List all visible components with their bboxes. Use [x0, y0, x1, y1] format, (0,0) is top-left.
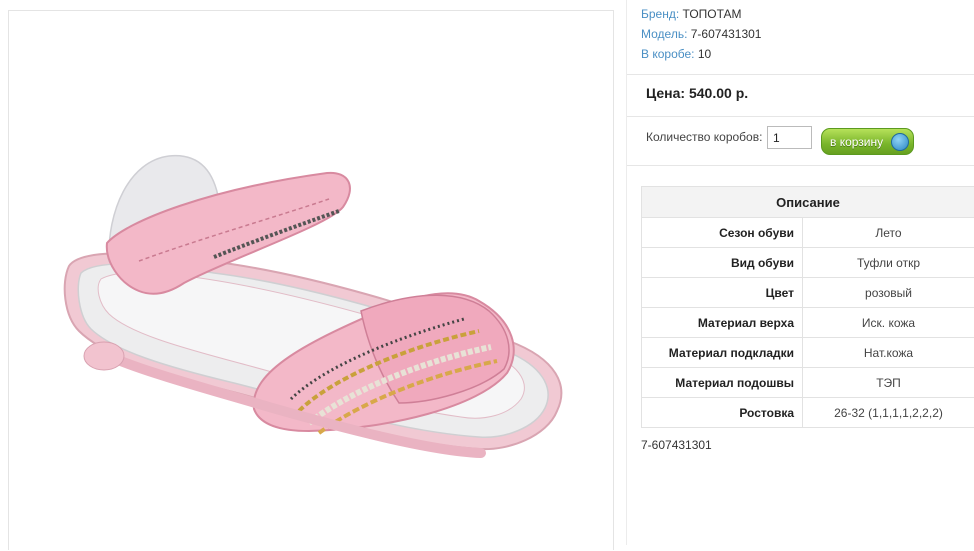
divider — [627, 116, 974, 117]
description-header-row: Описание — [642, 187, 974, 218]
add-to-cart-label: в корзину — [830, 135, 883, 149]
description-title: Описание — [642, 187, 974, 218]
sandal-image[interactable] — [9, 11, 615, 551]
table-row: Ростовка 26-32 (1,1,1,1,2,2,2) — [642, 398, 974, 428]
add-to-cart-button[interactable]: в корзину — [821, 128, 914, 155]
table-row: Вид обуви Туфли откр — [642, 248, 974, 278]
box-qty-row: В коробе: 10 — [641, 44, 761, 64]
table-row: Материал подошвы ТЭП — [642, 368, 974, 398]
attribute-name: Материал верха — [642, 308, 803, 338]
product-meta: Бренд: ТОПОТАМ Модель: 7-607431301 В кор… — [641, 4, 761, 64]
attribute-value: Нат.кожа — [803, 338, 974, 368]
cart-icon — [891, 133, 909, 151]
table-row: Сезон обуви Лето — [642, 218, 974, 248]
divider — [627, 165, 974, 166]
brand-value: ТОПОТАМ — [683, 7, 742, 21]
attribute-name: Цвет — [642, 278, 803, 308]
divider — [627, 74, 974, 75]
quantity-label: Количество коробов: — [646, 130, 762, 144]
attribute-name: Вид обуви — [642, 248, 803, 278]
price: Цена: 540.00 р. — [646, 85, 748, 101]
attribute-value: Туфли откр — [803, 248, 974, 278]
model-row: Модель: 7-607431301 — [641, 24, 761, 44]
attribute-value: розовый — [803, 278, 974, 308]
table-row: Материал подкладки Нат.кожа — [642, 338, 974, 368]
attribute-name: Сезон обуви — [642, 218, 803, 248]
product-image-frame — [8, 10, 614, 550]
attribute-value: Иск. кожа — [803, 308, 974, 338]
box-qty-value: 10 — [698, 47, 711, 61]
brand-label: Бренд: — [641, 7, 679, 21]
attribute-value: Лето — [803, 218, 974, 248]
table-row: Цвет розовый — [642, 278, 974, 308]
model-value: 7-607431301 — [691, 27, 762, 41]
brand-row: Бренд: ТОПОТАМ — [641, 4, 761, 24]
attribute-name: Материал подкладки — [642, 338, 803, 368]
description-table: Описание Сезон обуви Лето Вид обуви Туфл… — [641, 186, 974, 428]
table-row: Материал верха Иск. кожа — [642, 308, 974, 338]
model-label: Модель: — [641, 27, 687, 41]
box-qty-label: В коробе: — [641, 47, 695, 61]
attribute-value: 26-32 (1,1,1,1,2,2,2) — [803, 398, 974, 428]
attribute-name: Ростовка — [642, 398, 803, 428]
attribute-name: Материал подошвы — [642, 368, 803, 398]
column-divider — [626, 0, 627, 545]
attribute-value: ТЭП — [803, 368, 974, 398]
sku-footer: 7-607431301 — [641, 438, 712, 452]
quantity-input[interactable] — [767, 126, 812, 149]
